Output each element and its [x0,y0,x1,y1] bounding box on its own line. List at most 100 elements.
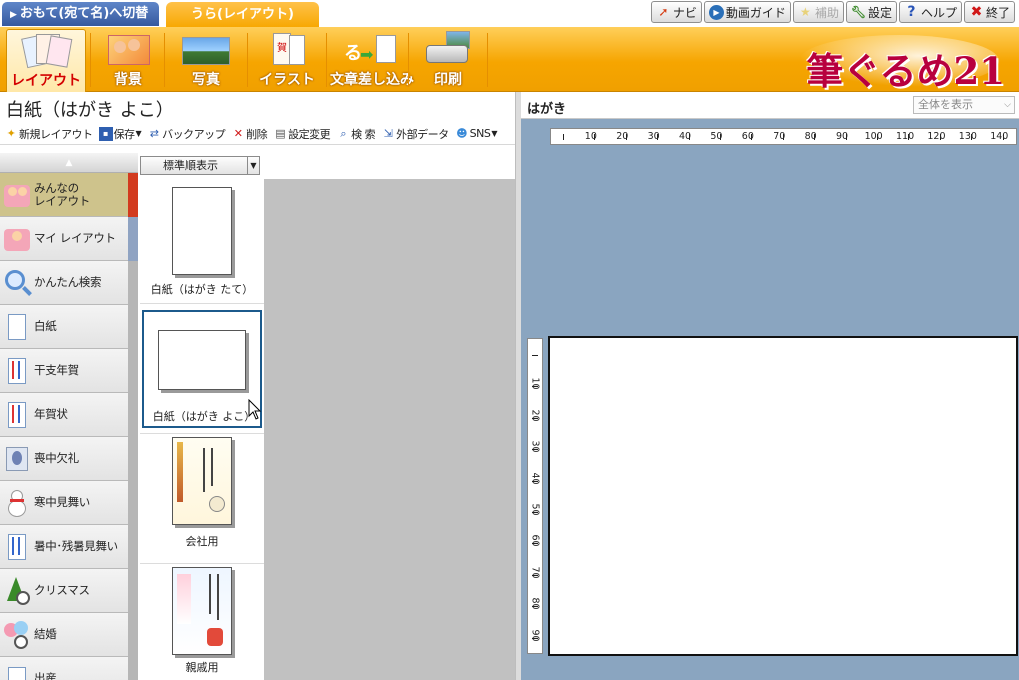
category-label: 暑中･残暑見舞い [34,539,118,553]
tab-ura-layout[interactable]: うら(レイアウト) [166,2,319,28]
settings-card-icon: ▤ [275,126,286,140]
backup-arrows-icon: ⇄ [149,126,159,140]
ruler-label: 60 [529,534,541,547]
sort-order-select[interactable]: 標準順表示 ▼ [140,156,260,175]
category-scroll-up-button[interactable]: ▲ [0,153,138,173]
ruler-label: 70 [529,566,541,579]
external-data-button[interactable]: ⇲ 外部データ [381,126,449,142]
mode-layout[interactable]: レイアウト [6,29,86,92]
ruler-label: 20 [529,409,541,422]
mode-print[interactable]: 印刷 [412,29,484,90]
category-label: 年賀状 [34,407,68,421]
category-kanchu[interactable]: 寒中見舞い [0,481,138,525]
category-wedding[interactable]: 結婚 [0,613,138,657]
video-guide-button[interactable]: ▶ 動画ガイド [703,1,791,23]
category-minna-layout[interactable]: みんなの レイアウト [0,173,138,217]
preview-header: はがき 全体を表示 ⌵ [521,92,1019,119]
settings-button[interactable]: 🔧︎ 設定 [845,1,897,23]
category-blank[interactable]: 白紙 [0,305,138,349]
category-indicator [128,261,138,305]
thumbnail-company[interactable]: 会社用 [142,437,262,557]
help-button[interactable]: ? ヘルプ [898,1,962,23]
zoom-value: 全体を表示 [918,98,973,111]
category-mochu[interactable]: 喪中欠礼 [0,437,138,481]
chevron-down-icon: ▼ [135,129,142,138]
category-indicator [128,657,138,680]
mode-background-label: 背景 [114,72,142,88]
mode-illust-label: イラスト [259,72,315,88]
mode-separator [164,33,165,87]
sort-order-value: 標準順表示 [163,159,218,172]
assist-button[interactable]: ★ 補助 [792,1,844,23]
ruler-tick [625,134,627,140]
category-christmas[interactable]: クリスマス [0,569,138,613]
ruler-label: 100 [864,131,883,142]
navi-arrow-icon: ➚ [658,4,669,19]
category-shochu[interactable]: 暑中･残暑見舞い [0,525,138,569]
thumbnail-label: 会社用 [185,535,219,548]
postcard-canvas[interactable] [548,336,1018,656]
category-label: 干支年賀 [34,363,79,377]
thumbnail-blank-tate[interactable]: 白紙（はがき たて） [142,181,262,301]
video-guide-label: 動画ガイド [725,5,786,20]
printer-icon [420,31,476,67]
zoom-select[interactable]: 全体を表示 ⌵ [913,96,1015,114]
company-card-paper [172,437,232,525]
ruler-tick [532,386,538,388]
illust-kanji-glyph: 賀 [277,43,287,54]
mode-illust[interactable]: 賀 イラスト [251,29,323,90]
ruler-tick [939,134,941,140]
backup-button[interactable]: ⇄ バックアップ [147,126,226,142]
mode-background[interactable]: 背景 [94,29,162,90]
question-icon: ? [907,3,916,20]
navi-button[interactable]: ➚ ナビ [650,1,702,23]
settings-change-button[interactable]: ▤ 設定変更 [273,126,330,142]
category-indicator [128,569,138,613]
search-icon: ⌕ [340,126,346,140]
thumbnail-empty-area [264,179,515,680]
new-layout-label: 新規レイアウト [19,127,93,141]
ruler-label: 10 [529,377,541,390]
layout-toolbar: ✦ 新規レイアウト ▪ 保存 ▼ ⇄ バックアップ ✕ 削除 ▤ 設定変更 ⌕ 検 索 ⇲ 外部… [0,123,517,145]
category-easy-search[interactable]: かんたん検索 [0,261,138,305]
thumbnail-blank-yoko[interactable]: 白紙（はがき よこ） [142,310,262,428]
insert-text-arrow-icon: る ➡ [340,31,396,67]
exit-button-label: 終了 [985,5,1010,20]
tab-ura-label: うら(レイアウト) [191,7,294,22]
search-button[interactable]: ⌕ 検 索 [336,126,375,142]
category-label: クリスマス [34,583,90,597]
category-label: 寒中見舞い [34,495,90,509]
category-eto-nenga[interactable]: 干支年賀 [0,349,138,393]
play-triangle-icon: ▶ [10,10,17,20]
heart-balloons-icon [2,619,32,651]
tab-omote-switch[interactable]: ▶ おもて(宛て名)へ切替 [2,2,159,26]
mode-print-label: 印刷 [434,72,462,88]
ruler-label: 120 [927,131,946,142]
new-layout-button[interactable]: ✦ 新規レイアウト [4,126,93,142]
chevron-down-icon: ▼ [247,157,259,174]
ruler-label: 130 [958,131,977,142]
category-label: 出産 [34,671,57,680]
sns-button[interactable]: ☻ SNS ▼ [455,127,497,141]
category-indicator [128,173,138,217]
help-button-label: ヘルプ [920,5,957,20]
mode-photo[interactable]: 写真 [168,29,244,90]
exit-button[interactable]: ✖ 終了 [963,1,1015,23]
thumbnail-label: 親戚用 [185,661,219,674]
category-nengajo[interactable]: 年賀状 [0,393,138,437]
mode-insert-text[interactable]: る ➡ 文章差し込み [330,29,414,90]
category-indicator [128,349,138,393]
save-button[interactable]: ▪ 保存 ▼ [98,126,142,142]
backup-label: バックアップ [162,127,226,141]
category-my-layout[interactable]: マイ レイアウト [0,217,138,261]
postcard-icon [2,531,32,563]
delete-button[interactable]: ✕ 削除 [231,126,268,142]
mode-separator [487,33,488,87]
category-indicator [128,217,138,261]
thumbnail-relatives[interactable]: 親戚用 [142,567,262,679]
ruler-tick [532,417,538,419]
person-icon [2,223,32,255]
ruler-tick [563,134,564,140]
category-birth[interactable]: 出産 [0,657,138,680]
ruler-tick [532,637,538,639]
